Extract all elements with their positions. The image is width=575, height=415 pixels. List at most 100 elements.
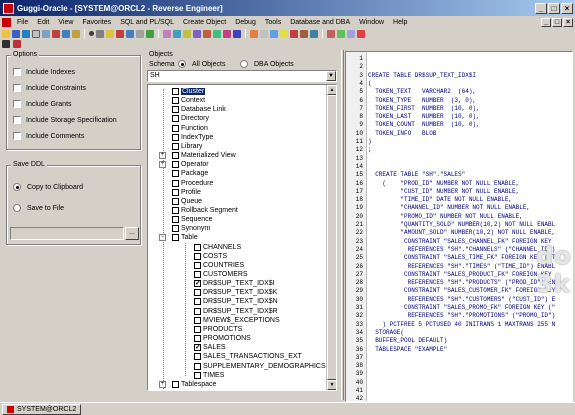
scroll-down-icon[interactable]: ▼ <box>327 380 336 390</box>
tree-table-dr-sup-text-idx-k[interactable]: DR$SUP_TEXT_IDX$K <box>194 288 277 297</box>
tree-checkbox[interactable] <box>194 307 201 315</box>
tree-table-supplementary-demographics[interactable]: SUPPLEMENTARY_DEMOGRAPHICS <box>194 362 326 371</box>
save-to-file-option[interactable]: Save to File <box>13 204 64 212</box>
tree-table-sales[interactable]: SALES <box>194 343 226 352</box>
tree-item-procedure[interactable]: Procedure <box>172 179 213 188</box>
save-all-icon[interactable] <box>22 29 30 38</box>
include-indexes-option[interactable]: Include Indexes <box>13 68 75 76</box>
tree-checkbox[interactable] <box>172 133 179 141</box>
tree-checkbox[interactable] <box>194 271 201 278</box>
copy-to-clipboard-option[interactable]: Copy to Clipboard <box>13 183 83 191</box>
tree-checkbox[interactable] <box>172 206 179 214</box>
tree-item-synonym[interactable]: Synonym <box>172 224 210 233</box>
export-icon[interactable] <box>203 29 211 38</box>
tree-item-indextype[interactable]: IndexType <box>172 133 213 142</box>
tree-item-cluster[interactable]: Cluster <box>172 87 206 96</box>
menu-window[interactable]: Window <box>359 19 384 26</box>
tree-checkbox[interactable] <box>172 234 179 242</box>
preview-icon[interactable] <box>42 29 50 38</box>
tree-checkbox[interactable] <box>194 252 201 260</box>
plsql-icon[interactable] <box>116 29 124 38</box>
include-storage-checkbox[interactable] <box>13 116 21 124</box>
maximize-button[interactable]: □ <box>548 2 560 14</box>
open-icon[interactable] <box>2 29 10 38</box>
include-constraints-option[interactable]: Include Constraints <box>13 84 86 92</box>
expand-icon[interactable]: + <box>159 152 166 160</box>
expand-icon[interactable]: + <box>159 389 166 390</box>
save-to-file-radio[interactable] <box>13 204 21 212</box>
schema-select[interactable]: SH ▼ <box>147 70 337 82</box>
tree-table-products[interactable]: PRODUCTS <box>194 325 242 334</box>
tree-checkbox[interactable] <box>194 316 201 324</box>
db-icon[interactable] <box>250 29 258 38</box>
tree-checkbox[interactable] <box>194 343 201 352</box>
tree-table-mview-exceptions[interactable]: MVIEW$_EXCEPTIONS <box>194 316 280 325</box>
tree-item-function[interactable]: Function <box>172 124 208 133</box>
menu-create-object[interactable]: Create Object <box>183 19 226 26</box>
tree-checkbox[interactable] <box>194 298 201 306</box>
tree-item-database-link[interactable]: Database Link <box>172 105 226 114</box>
tree-checkbox[interactable] <box>194 243 201 251</box>
tree-checkbox[interactable] <box>172 179 179 187</box>
tree-table-dr-sup-text-idx-n[interactable]: DR$SUP_TEXT_IDX$N <box>194 297 278 306</box>
stop-icon[interactable] <box>290 29 298 38</box>
tree-checkbox[interactable] <box>172 142 179 150</box>
include-indexes-checkbox[interactable] <box>13 68 21 76</box>
erase-icon[interactable] <box>13 40 21 48</box>
tree-item-library[interactable]: Library <box>172 142 202 151</box>
sql-icon[interactable] <box>193 29 201 38</box>
tree-item-table[interactable]: Table <box>172 233 198 242</box>
bulb-icon[interactable] <box>280 29 288 38</box>
tree-table-dr-sup-text-idx-i[interactable]: DR$SUP_TEXT_IDX$I <box>194 279 275 288</box>
tree-checkbox[interactable] <box>194 261 201 269</box>
all-objects-option[interactable]: All Objects <box>178 60 225 68</box>
tree-item-operator[interactable]: Operator <box>172 160 209 169</box>
print-icon[interactable] <box>32 29 40 38</box>
table-icon[interactable] <box>146 29 154 38</box>
all-objects-radio[interactable] <box>178 60 186 68</box>
tree-item-profile[interactable]: Profile <box>172 188 201 197</box>
tree-checkbox[interactable] <box>172 380 179 388</box>
schema-icon[interactable] <box>173 29 181 38</box>
copy-to-clipboard-radio[interactable] <box>13 183 21 191</box>
expand-icon[interactable]: + <box>159 161 166 169</box>
tree-checkbox[interactable] <box>172 88 179 95</box>
menu-file[interactable]: File <box>17 19 28 26</box>
child-minimize-button[interactable]: _ <box>541 17 551 27</box>
tree-item-package[interactable]: Package <box>172 169 208 178</box>
tree-checkbox[interactable] <box>194 335 201 343</box>
menu-edit[interactable]: Edit <box>37 19 49 26</box>
tree-table-times[interactable]: TIMES <box>194 371 224 380</box>
tree-item-queue[interactable]: Queue <box>172 197 202 206</box>
session-icon[interactable] <box>183 29 191 38</box>
include-comments-option[interactable]: Include Comments <box>13 132 84 140</box>
run-icon[interactable] <box>89 31 94 36</box>
tree-checkbox[interactable] <box>172 216 179 224</box>
menu-sql[interactable]: SQL and PL/SQL <box>120 19 174 26</box>
tree-table-promotions[interactable]: PROMOTIONS <box>194 334 251 343</box>
tree-checkbox[interactable] <box>172 389 179 390</box>
tree-item-rollback-segment[interactable]: Rollback Segment <box>172 206 238 215</box>
include-storage-option[interactable]: Include Storage Specification <box>13 116 117 124</box>
chevron-down-icon[interactable]: ▼ <box>326 71 336 81</box>
tree-checkbox[interactable] <box>172 124 179 132</box>
dba-objects-option[interactable]: DBA Objects <box>240 60 294 68</box>
tree-item-directory[interactable]: Directory <box>172 114 209 123</box>
tree-checkbox[interactable] <box>172 161 179 169</box>
tree-checkbox[interactable] <box>194 289 201 297</box>
scroll-up-icon[interactable]: ▲ <box>327 85 336 95</box>
tree-item-trigger[interactable]: Trigger <box>172 389 203 390</box>
child-close-button[interactable]: × <box>563 17 573 27</box>
ddl-editor[interactable]: 1 2 3 CREATE TABLE DR$SUP_TEXT_IDX$I 4(5 TOK… <box>345 51 573 402</box>
tree-checkbox[interactable] <box>172 152 179 160</box>
tree-checkbox[interactable] <box>172 197 179 205</box>
tree-item-materialized-view[interactable]: Materialized View <box>172 151 236 160</box>
tree-checkbox[interactable] <box>172 225 179 233</box>
monitor-icon[interactable] <box>310 29 318 38</box>
tree-checkbox[interactable] <box>194 279 201 288</box>
tree-checkbox[interactable] <box>172 106 179 114</box>
tree-checkbox[interactable] <box>194 362 201 370</box>
object-tree[interactable]: ▲ ▼ Cluster Context Database Link Directory… <box>147 84 337 391</box>
window-icon[interactable] <box>260 29 268 38</box>
exit-icon[interactable] <box>357 29 365 38</box>
